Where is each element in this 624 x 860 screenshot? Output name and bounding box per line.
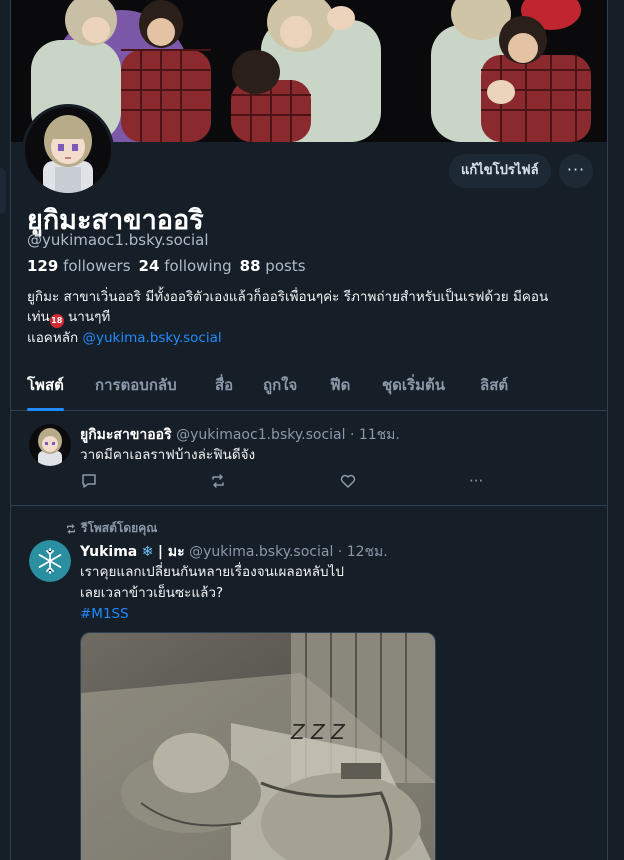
bio-line-2-start: เท่น <box>27 309 50 325</box>
post-text: วาดมีคาเอลราฟบ้างล่ะฟินดีจัง <box>80 447 256 463</box>
like-icon[interactable] <box>339 472 359 492</box>
tab-starter-packs[interactable]: ชุดเริ่มต้น <box>382 366 445 411</box>
post-author-avatar[interactable] <box>29 540 71 582</box>
post-image[interactable]: Z Z Z <box>80 632 436 860</box>
post-text: เราคุยแลกเปลี่ยนกันหลายเรื่องจนเผลอหลับไ… <box>80 562 344 625</box>
post-text-line-1: เราคุยแลกเปลี่ยนกันหลายเรื่องจนเผลอหลับไ… <box>80 564 344 580</box>
sidebar-handle[interactable] <box>0 168 6 214</box>
post-author-name[interactable]: ยูกิมะสาขาออริ <box>80 427 172 443</box>
profile-avatar[interactable] <box>22 104 114 196</box>
post-text-line-2: เลยเวลาข้าวเย็นซะแล้ว? <box>80 585 224 601</box>
posts-count: 88 <box>239 257 261 275</box>
post-header: Yukima ❄ | มะ @yukima.bsky.social · 12ชม… <box>80 541 388 563</box>
following-label: following <box>164 257 232 275</box>
tab-lists[interactable]: ลิสต์ <box>480 366 508 411</box>
bio-line-3: แอคหลัก @yukima.bsky.social <box>27 328 592 348</box>
following-count: 24 <box>138 257 160 275</box>
post-header: ยูกิมะสาขาออริ @yukimaoc1.bsky.social · … <box>80 424 400 446</box>
edit-profile-button[interactable]: แก้ไขโปรไฟล์ <box>449 154 551 188</box>
bio-line-2: เท่น18 นานๆที <box>27 307 592 328</box>
repost-icon[interactable] <box>209 472 229 492</box>
post-author-handle[interactable]: @yukimaoc1.bsky.social <box>176 427 345 443</box>
profile-handle: @yukimaoc1.bsky.social <box>27 231 209 249</box>
tab-likes[interactable]: ถูกใจ <box>263 366 297 411</box>
tab-media[interactable]: สื่อ <box>215 366 233 411</box>
followers-stat[interactable]: 129 followers <box>27 257 131 275</box>
reply-icon[interactable] <box>80 472 100 492</box>
bio-line-2-end: นานๆที <box>68 309 111 325</box>
repost-indicator-icon <box>67 523 75 534</box>
profile-bio: ยูกิมะ สาขาเวิ่นออริ มีทั้งออริตัวเองแล้… <box>27 287 592 348</box>
post-more-icon[interactable]: ··· <box>469 472 493 492</box>
post-author-name[interactable]: Yukima <box>80 544 137 560</box>
posts-stat: 88 posts <box>240 257 306 275</box>
posts-label: posts <box>265 257 306 275</box>
post-hashtag[interactable]: #M1SS <box>80 604 344 625</box>
profile-page: แก้ไขโปรไฟล์ ··· ยูกิมะสาขาออริ @yukimao… <box>10 0 608 860</box>
sleep-zzz-text: Z Z Z <box>290 720 346 744</box>
bio-mention-link[interactable]: @yukima.bsky.social <box>82 330 221 346</box>
profile-tabs: โพสต์ การตอบกลับ สื่อ ถูกใจ ฟีด ชุดเริ่ม… <box>11 366 607 411</box>
age-18-icon: 18 <box>49 314 64 328</box>
post-author-avatar[interactable] <box>29 424 71 466</box>
tab-posts[interactable]: โพสต์ <box>27 366 64 411</box>
bio-line-1: ยูกิมะ สาขาเวิ่นออริ มีทั้งออริตัวเองแล้… <box>27 289 549 305</box>
profile-more-button[interactable]: ··· <box>559 154 593 188</box>
followers-count: 129 <box>27 257 59 275</box>
post-author-name-suffix[interactable]: | มะ <box>158 544 185 560</box>
repost-indicator: รีโพสต์โดยคุณ <box>65 519 157 538</box>
post-timestamp[interactable]: · 11ชม. <box>350 427 400 443</box>
post-image-artwork: Z Z Z <box>81 633 435 860</box>
avatar-image <box>25 107 111 193</box>
post-author-handle[interactable]: @yukima.bsky.social <box>189 544 333 560</box>
post-item[interactable]: ยูกิมะสาขาออริ @yukimaoc1.bsky.social · … <box>11 411 607 506</box>
tab-replies[interactable]: การตอบกลับ <box>95 366 177 411</box>
tab-feeds[interactable]: ฟีด <box>330 366 350 411</box>
bio-line-3-prefix: แอคหลัก <box>27 330 79 346</box>
profile-stats: 129 followers 24 following 88 posts <box>27 257 306 275</box>
repost-indicator-label: รีโพสต์โดยคุณ <box>81 521 158 535</box>
followers-label: followers <box>63 257 131 275</box>
snowflake-icon: ❄ <box>141 544 154 560</box>
following-stat[interactable]: 24 following <box>139 257 232 275</box>
post-timestamp[interactable]: · 12ชม. <box>338 544 388 560</box>
